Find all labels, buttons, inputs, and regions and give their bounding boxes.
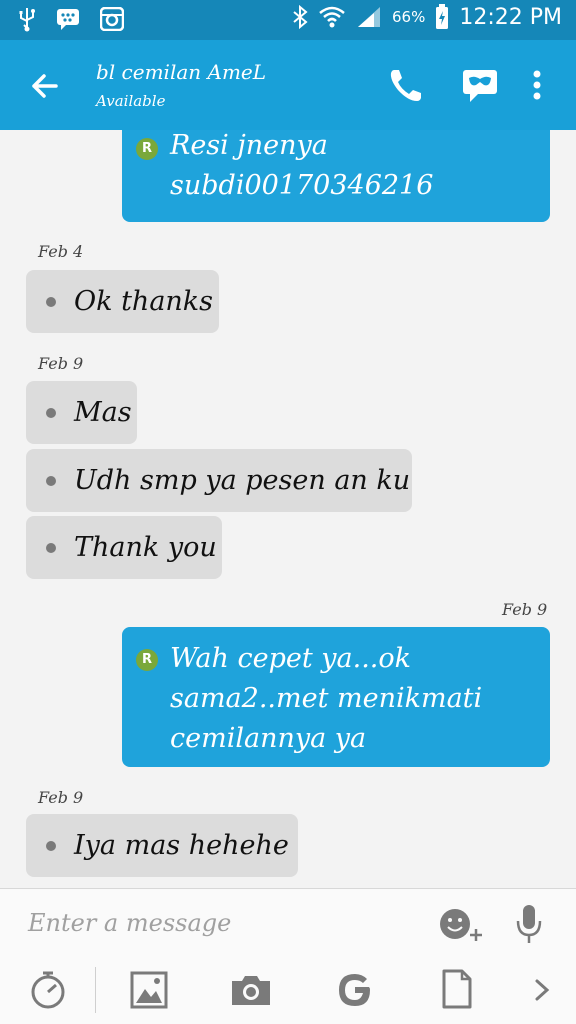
app-bar: bl cemilan AmeL Available — [0, 40, 576, 130]
bullet-dot — [46, 841, 56, 851]
message-text: Mas — [74, 397, 132, 428]
timer-icon[interactable] — [28, 969, 68, 1011]
phone-call-icon[interactable] — [386, 64, 426, 106]
status-bar: 66% 12:22 PM — [0, 0, 576, 40]
battery-percent: 66% — [392, 8, 426, 26]
bluetooth-icon — [293, 5, 308, 29]
toolbar-divider — [95, 967, 96, 1013]
message-line: Wah cepet ya...ok — [170, 643, 411, 674]
chevron-right-icon[interactable] — [532, 977, 552, 1003]
google-search-icon[interactable] — [336, 971, 374, 1009]
date-label: Feb 9 — [502, 600, 548, 619]
picture-icon[interactable] — [130, 971, 168, 1009]
bullet-dot — [46, 297, 56, 307]
camera-icon[interactable] — [230, 973, 272, 1007]
message-text: Ok thanks — [74, 286, 214, 317]
microphone-icon[interactable] — [514, 903, 544, 945]
incoming-message[interactable]: Udh smp ya pesen an ku — [26, 449, 412, 512]
file-icon[interactable] — [442, 969, 472, 1009]
bullet-dot — [46, 476, 56, 486]
composer: Enter a message — [0, 888, 576, 1024]
outgoing-message[interactable]: R Wah cepet ya...ok sama2..met menikmati… — [122, 627, 550, 767]
message-text: Iya mas hehehe — [74, 830, 289, 861]
incoming-message[interactable]: Iya mas hehehe — [26, 814, 298, 877]
video-chat-icon[interactable] — [460, 64, 500, 106]
emoji-add-icon[interactable] — [438, 907, 484, 943]
contact-status: Available — [96, 92, 166, 110]
back-arrow-icon[interactable] — [26, 66, 66, 106]
message-line: Resi jnenya — [170, 130, 328, 161]
bullet-dot — [46, 543, 56, 553]
message-line: subdi00170346216 — [170, 170, 434, 201]
message-thread[interactable]: R Resi jnenya subdi00170346216 Feb 4 Ok … — [0, 130, 576, 888]
message-line: sama2..met menikmati — [170, 683, 483, 714]
date-label: Feb 9 — [38, 354, 84, 373]
wifi-icon — [319, 6, 345, 28]
incoming-message[interactable]: Ok thanks — [26, 270, 219, 333]
outgoing-message[interactable]: R Resi jnenya subdi00170346216 — [122, 130, 550, 222]
signal-icon — [358, 7, 380, 27]
clock: 12:22 PM — [459, 4, 562, 30]
incoming-message[interactable]: Thank you — [26, 516, 222, 579]
message-text: Udh smp ya pesen an ku — [74, 465, 411, 496]
battery-charging-icon — [436, 4, 449, 29]
date-label: Feb 9 — [38, 788, 84, 807]
bullet-dot — [46, 408, 56, 418]
message-line: cemilannya ya — [170, 723, 367, 754]
read-receipt-badge: R — [136, 649, 158, 671]
instagram-icon — [100, 7, 124, 31]
read-receipt-badge: R — [136, 138, 158, 160]
contact-name: bl cemilan AmeL — [96, 60, 267, 84]
message-input[interactable]: Enter a message — [28, 909, 231, 937]
incoming-message[interactable]: Mas — [26, 381, 137, 444]
usb-icon — [19, 8, 35, 32]
more-options-icon[interactable] — [524, 64, 550, 106]
date-label: Feb 4 — [38, 242, 84, 261]
bbm-notification-icon — [57, 9, 79, 30]
message-text: Thank you — [74, 532, 217, 563]
